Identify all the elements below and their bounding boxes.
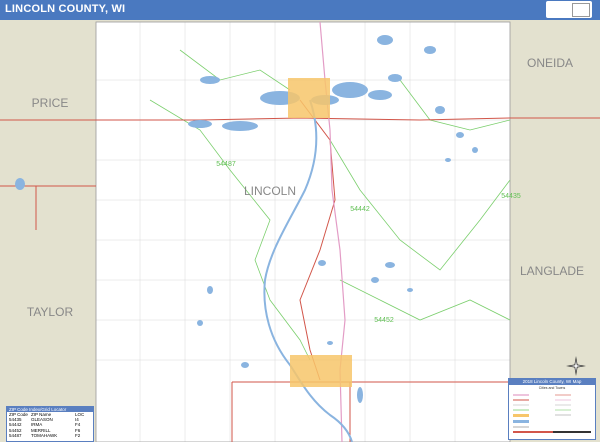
logo-qr-icon	[572, 3, 590, 17]
legend-title: 2018 Lincoln County, WI Map	[509, 379, 595, 385]
zip-loc-cell: F2	[75, 432, 81, 438]
legend-symbols	[513, 394, 591, 433]
neighbor-label-oneida: ONEIDA	[527, 56, 573, 70]
neighbor-label-taylor: TAYLOR	[27, 305, 74, 319]
table-row: 54487 TOMAHAWK F2	[7, 433, 93, 438]
neighbor-label-price: PRICE	[32, 96, 69, 110]
county-label-lincoln: LINCOLN	[244, 184, 296, 198]
map-legend: 2018 Lincoln County, WI Map Cities and T…	[508, 378, 596, 440]
compass-rose-icon	[566, 356, 586, 376]
urban-area-merrill	[290, 355, 352, 387]
zip-label-54452: 54452	[374, 317, 394, 324]
zip-label-54442: 54442	[350, 206, 370, 213]
zip-label-54435: 54435	[501, 193, 521, 200]
logo-mark	[549, 3, 567, 15]
zip-name-cell: TOMAHAWK	[31, 432, 58, 438]
map-title: LINCOLN COUNTY, WI	[5, 3, 126, 15]
zip-index-table: ZIP Code Index/Grid Locator ZIP Code ZIP…	[6, 406, 94, 442]
neighbor-label-langlade: LANGLADE	[520, 264, 584, 278]
zip-label-54487: 54487	[216, 161, 236, 168]
map-frame: LINCOLN COUNTY, WI PRICE TAYLOR ONEIDA L…	[0, 0, 600, 442]
urban-area-tomahawk	[288, 78, 330, 118]
neighbor-county-west	[0, 20, 96, 442]
title-bar: LINCOLN COUNTY, WI	[0, 0, 600, 20]
zip-code-cell: 54487	[9, 432, 22, 438]
legend-subtitle: Cities and Towns	[538, 386, 566, 390]
publisher-logo[interactable]	[546, 1, 592, 18]
